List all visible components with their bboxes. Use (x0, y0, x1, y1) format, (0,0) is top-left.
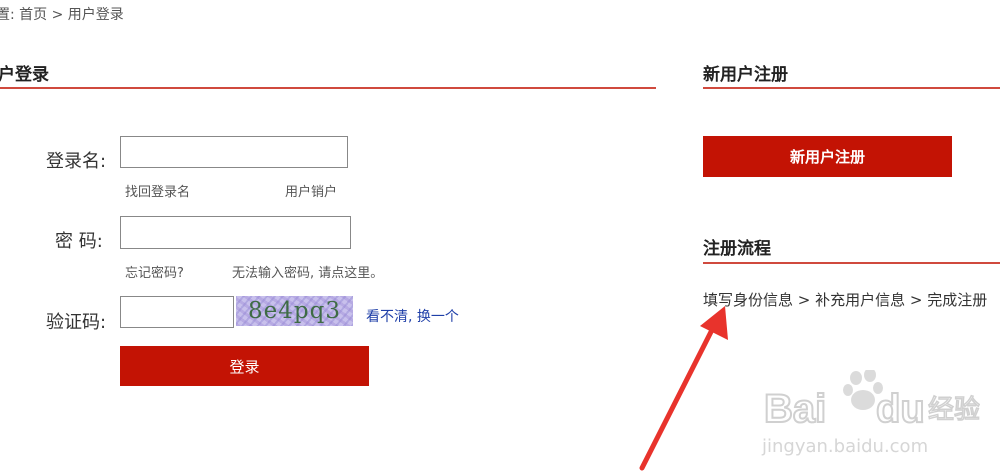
breadcrumb: 置: 首页 > 用户登录 (0, 7, 124, 23)
annotation-arrow-icon (639, 306, 728, 471)
process-section-title: 注册流程 (703, 239, 771, 259)
captcha-label: 验证码: (46, 312, 107, 333)
svg-text:Bai: Bai (764, 387, 826, 431)
username-input[interactable] (120, 136, 348, 168)
svg-text:jingyan.baidu.com: jingyan.baidu.com (761, 436, 928, 457)
cannot-input-password-link[interactable]: 无法输入密码, 请点这里。 (232, 262, 383, 281)
refresh-captcha-link[interactable]: 看不清, 换一个 (366, 306, 459, 326)
captcha-image[interactable]: 8e4pq3 (236, 296, 353, 326)
register-section-title: 新用户注册 (703, 65, 788, 85)
login-section-title: 户登录 (0, 65, 49, 85)
registration-process-steps: 填写身份信息 > 补充用户信息 > 完成注册 (703, 291, 988, 309)
username-label: 登录名: (46, 151, 107, 172)
find-username-link[interactable]: 找回登录名 (125, 181, 190, 200)
register-section-divider (703, 87, 1000, 89)
login-button[interactable]: 登录 (120, 346, 369, 386)
password-input[interactable] (120, 216, 351, 249)
register-button[interactable]: 新用户注册 (703, 136, 952, 177)
svg-text:经验: 经验 (928, 395, 980, 425)
login-section-divider (0, 87, 656, 89)
password-label: 密 码: (55, 231, 103, 252)
captcha-input[interactable] (120, 296, 234, 328)
baidu-jingyan-watermark-icon: Bai du 经验 jingyan.baidu.com (761, 370, 980, 457)
svg-text:du: du (876, 387, 925, 431)
forgot-password-link[interactable]: 忘记密码? (125, 262, 184, 281)
process-section-divider (703, 262, 1000, 264)
cancel-user-link[interactable]: 用户销户 (285, 181, 337, 200)
